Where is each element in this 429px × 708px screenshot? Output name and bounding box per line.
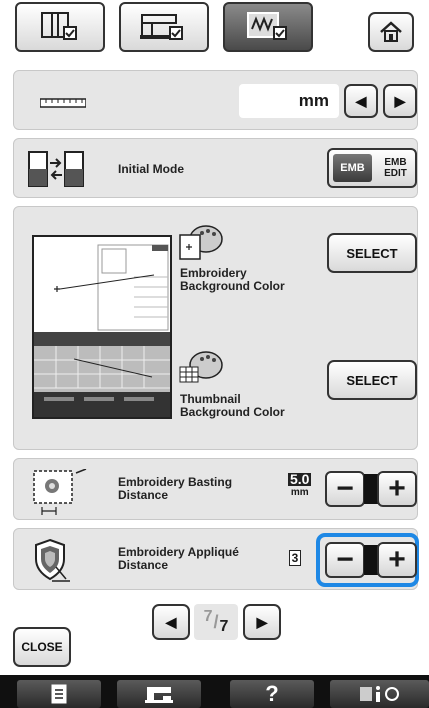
embroidery-settings-tab[interactable] <box>223 2 313 52</box>
page-setting-icon <box>41 12 77 40</box>
initial-mode-toggle[interactable]: EMB EMB EDIT <box>327 148 417 188</box>
initial-mode-panel: Initial Mode EMB EMB EDIT <box>13 138 418 198</box>
document-icon <box>51 684 67 704</box>
initial-mode-label: Initial Mode <box>118 162 184 176</box>
applique-label: Embroidery Appliqué Distance <box>118 546 239 572</box>
unit-value: mm <box>239 84 339 118</box>
page-slash: / <box>213 611 219 632</box>
unit-panel: mm ◀ ▶ <box>13 70 418 130</box>
help-button[interactable]: ? <box>230 680 314 708</box>
thumbnail-bg-label-line2: Background Color <box>180 405 285 419</box>
emb-option[interactable]: EMB <box>333 154 372 182</box>
embroidery-setting-icon <box>247 12 287 40</box>
embroidery-bg-label: Embroidery Background Color <box>180 267 285 293</box>
home-button[interactable] <box>368 12 414 52</box>
basting-label: Embroidery Basting Distance <box>118 476 232 502</box>
applique-value: 3 <box>289 550 301 566</box>
basting-minus-button[interactable]: − <box>325 471 365 507</box>
ruler-icon <box>39 95 87 113</box>
page-indicator: 7 / 7 <box>194 604 238 640</box>
applique-label-line2: Distance <box>118 558 169 572</box>
page-prev-button[interactable]: ◀ <box>152 604 190 640</box>
home-icon <box>380 21 402 42</box>
page-current: 7 <box>203 608 213 625</box>
thumbnail-bg-label: Thumbnail Background Color <box>180 393 285 419</box>
emb-edit-option[interactable]: EMB EDIT <box>376 150 415 186</box>
page-total: 7 <box>219 618 229 635</box>
sewing-settings-tab[interactable] <box>119 2 209 52</box>
unit-right-button[interactable]: ▶ <box>383 84 417 118</box>
basting-panel: Embroidery Basting Distance 5.0 mm − + <box>13 458 418 520</box>
background-color-panel: Embroidery Background Color SELECT Thumb… <box>13 206 418 450</box>
embroidery-bg-select-button[interactable]: SELECT <box>327 233 417 273</box>
info-button[interactable] <box>330 680 429 708</box>
page-settings-tab[interactable] <box>15 2 105 52</box>
close-button[interactable]: CLOSE <box>13 627 71 667</box>
applique-plus-button[interactable]: + <box>377 542 417 578</box>
basting-icon <box>32 468 94 520</box>
applique-minus-button[interactable]: − <box>325 542 365 578</box>
embroidery-palette-icon <box>174 221 224 268</box>
basting-value-display: 5.0 mm <box>288 471 312 499</box>
embroidery-bg-label-line2: Background Color <box>180 279 285 293</box>
info-icon <box>359 686 399 702</box>
screen-preview-graphic <box>34 244 170 417</box>
screen-preview <box>32 235 172 419</box>
basting-value: 5.0 <box>288 471 312 487</box>
applique-stepper-divider <box>364 545 378 575</box>
thumbnail-palette-icon <box>174 347 224 394</box>
basting-unit: mm <box>290 487 309 498</box>
unit-left-button[interactable]: ◀ <box>344 84 378 118</box>
page-next-button[interactable]: ▶ <box>243 604 281 640</box>
emb-edit-label-bottom: EDIT <box>384 168 407 179</box>
applique-panel: Embroidery Appliqué Distance 3 − + <box>13 528 419 590</box>
sewing-setting-icon <box>140 14 183 40</box>
manual-button[interactable] <box>17 680 101 708</box>
sewing-machine-icon <box>145 687 173 703</box>
basting-label-line2: Distance <box>118 488 169 502</box>
sewing-guide-button[interactable] <box>117 680 201 708</box>
basting-stepper-divider <box>364 474 378 504</box>
mode-switch-icon <box>28 151 84 192</box>
basting-plus-button[interactable]: + <box>377 471 417 507</box>
applique-shield-icon <box>30 537 76 588</box>
thumbnail-bg-select-button[interactable]: SELECT <box>327 360 417 400</box>
emb-edit-label-top: EMB <box>384 157 407 168</box>
